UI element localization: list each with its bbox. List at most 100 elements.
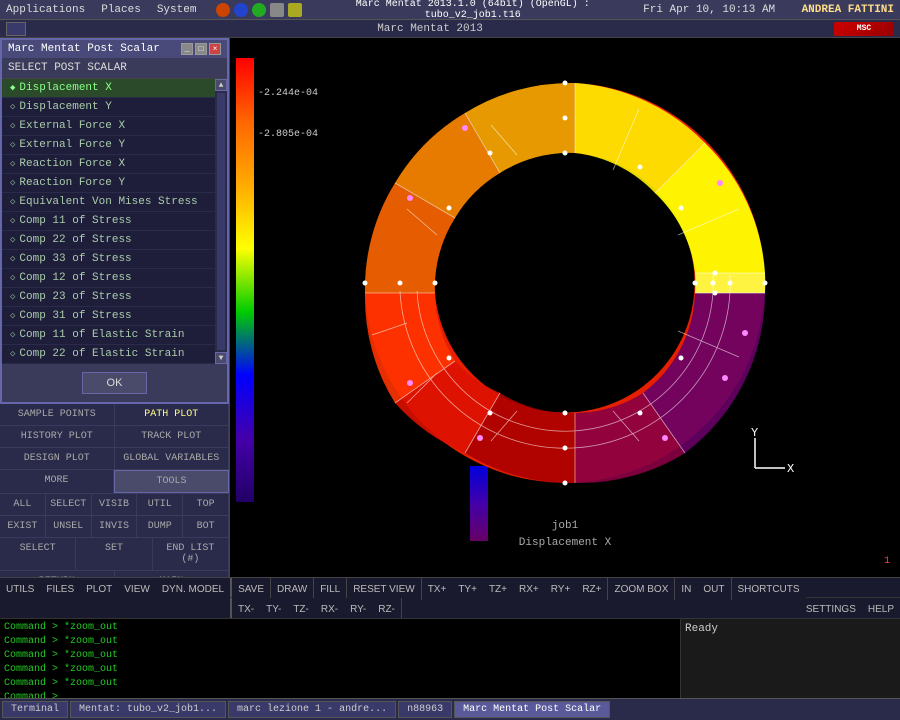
shortcuts-button[interactable]: SHORTCUTS	[732, 578, 806, 600]
model-label: job1	[552, 520, 578, 532]
dump-button[interactable]: DUMP	[137, 516, 183, 537]
controls-row-1: SAMPLE POINTS PATH PLOT	[0, 404, 229, 426]
util-button[interactable]: UTIL	[137, 494, 183, 515]
modal-close-button[interactable]: ×	[209, 43, 221, 55]
zoom-in-button[interactable]: IN	[675, 578, 697, 600]
global-variables-button[interactable]: GLOBAL VARIABLES	[115, 448, 230, 469]
reset-view-button[interactable]: RESET VIEW	[347, 578, 422, 600]
tz-minus-button[interactable]: TZ-	[287, 598, 315, 620]
donut-visualization: X Y	[230, 48, 900, 517]
ready-label: Ready	[685, 623, 896, 635]
scalar-item[interactable]: Displacement X	[2, 79, 215, 98]
tools-button[interactable]: TOOLS	[114, 470, 229, 493]
ty-plus-button[interactable]: TY+	[452, 578, 483, 600]
menu-places[interactable]: Places	[101, 4, 141, 16]
scalar-item[interactable]: Reaction Force X	[2, 155, 215, 174]
modal-maximize-button[interactable]: □	[195, 43, 207, 55]
tz-plus-button[interactable]: TZ+	[483, 578, 513, 600]
history-plot-button[interactable]: HISTORY PLOT	[0, 426, 115, 447]
rx-plus-button[interactable]: RX+	[513, 578, 545, 600]
view-button[interactable]: VIEW	[118, 578, 156, 600]
donut-mesh	[365, 82, 765, 482]
ok-button[interactable]: OK	[82, 372, 148, 394]
fill-button[interactable]: FILL	[314, 578, 347, 600]
scalar-item[interactable]: Comp 22 of Elastic Strain	[2, 345, 215, 364]
window-title: Marc Mentat 2013.1.0 (64bit) (OpenGL) : …	[318, 0, 627, 21]
design-plot-button[interactable]: DESIGN PLOT	[0, 448, 115, 469]
files-button[interactable]: FILES	[40, 578, 80, 600]
dyn-model-button[interactable]: DYN. MODEL	[156, 578, 230, 600]
ry-plus-button[interactable]: RY+	[545, 578, 577, 600]
msc-logo: MSC	[834, 22, 894, 36]
zoom-box-button[interactable]: ZOOM BOX	[608, 578, 675, 600]
track-plot-button[interactable]: TRACK PLOT	[115, 426, 230, 447]
toolbar-left-spacer	[0, 598, 232, 618]
set-button[interactable]: SET	[76, 538, 152, 570]
mesh-svg: X Y	[305, 43, 825, 523]
scalar-item[interactable]: Comp 23 of Stress	[2, 288, 215, 307]
bottom-area: Command > *zoom_outCommand > *zoom_outCo…	[0, 618, 900, 698]
scalar-item[interactable]: Reaction Force Y	[2, 174, 215, 193]
taskbar-item[interactable]: Terminal	[2, 701, 68, 718]
menu-system[interactable]: System	[157, 4, 197, 16]
invis-button[interactable]: INVIS	[92, 516, 138, 537]
end-list-button[interactable]: END LIST (#)	[153, 538, 229, 570]
scalar-item[interactable]: External Force X	[2, 117, 215, 136]
scalar-item[interactable]: External Force Y	[2, 136, 215, 155]
more-button[interactable]: MORE	[0, 470, 114, 493]
sample-points-button[interactable]: SAMPLE POINTS	[0, 404, 115, 425]
scroll-down-button[interactable]: ▼	[215, 352, 227, 364]
scalar-item[interactable]: Comp 31 of Stress	[2, 307, 215, 326]
taskbar-item[interactable]: Marc Mentat Post Scalar	[454, 701, 610, 718]
utils-button[interactable]: UTILS	[0, 578, 40, 600]
select-button-2[interactable]: SELECT	[0, 538, 76, 570]
top-button[interactable]: TOP	[183, 494, 229, 515]
controls-area: SAMPLE POINTS PATH PLOT HISTORY PLOT TRA…	[0, 404, 229, 577]
draw-button[interactable]: DRAW	[271, 578, 314, 600]
scalar-item[interactable]: Comp 11 of Stress	[2, 212, 215, 231]
scroll-thumb[interactable]	[217, 93, 225, 350]
taskbar-item[interactable]: n88963	[398, 701, 452, 718]
scalar-item[interactable]: Displacement Y	[2, 98, 215, 117]
controls-row-6: EXIST UNSEL INVIS DUMP BOT	[0, 516, 229, 538]
select-button-1[interactable]: SELECT	[46, 494, 92, 515]
command-line: Command > *zoom_out	[4, 677, 676, 691]
scalar-item[interactable]: Comp 11 of Elastic Strain	[2, 326, 215, 345]
scalar-item[interactable]: Equivalent Von Mises Stress	[2, 193, 215, 212]
rz-minus-button[interactable]: RZ-	[372, 598, 402, 620]
menu-icon[interactable]	[6, 22, 26, 36]
controls-row-3: DESIGN PLOT GLOBAL VARIABLES	[0, 448, 229, 470]
scalar-list: Displacement XDisplacement YExternal For…	[2, 79, 215, 364]
visib-button[interactable]: VISIB	[92, 494, 138, 515]
settings-button[interactable]: SETTINGS	[800, 598, 862, 620]
zoom-out-button[interactable]: OUT	[697, 578, 731, 600]
scalar-item[interactable]: Comp 12 of Stress	[2, 269, 215, 288]
tx-plus-button[interactable]: TX+	[422, 578, 453, 600]
scroll-up-button[interactable]: ▲	[215, 79, 227, 91]
path-plot-button[interactable]: PATH PLOT	[115, 404, 230, 425]
toolbar-container: UTILS FILES PLOT VIEW DYN. MODEL SAVE DR…	[0, 577, 900, 618]
taskbar-item[interactable]: marc lezione 1 - andre...	[228, 701, 396, 718]
help-button[interactable]: HELP	[862, 598, 900, 620]
scalar-scrollbar[interactable]: ▲ ▼	[215, 79, 227, 364]
scalar-item[interactable]: Comp 22 of Stress	[2, 231, 215, 250]
ty-minus-button[interactable]: TY-	[260, 598, 287, 620]
taskbar-item[interactable]: Mentat: tubo_v2_job1...	[70, 701, 226, 718]
bot-button[interactable]: BOT	[183, 516, 229, 537]
unsel-button[interactable]: UNSEL	[46, 516, 92, 537]
modal-minimize-button[interactable]: _	[181, 43, 193, 55]
rz-plus-button[interactable]: RZ+	[576, 578, 608, 600]
plot-button[interactable]: PLOT	[80, 578, 118, 600]
exist-button[interactable]: EXIST	[0, 516, 46, 537]
all-button[interactable]: ALL	[0, 494, 46, 515]
menu-applications[interactable]: Applications	[6, 4, 85, 16]
tx-minus-button[interactable]: TX-	[232, 598, 260, 620]
scalar-item[interactable]: Comp 33 of Stress	[2, 250, 215, 269]
controls-row-7: SELECT SET END LIST (#)	[0, 538, 229, 571]
system-icons	[216, 3, 302, 17]
viewport: -2.244e-04 -2.805e-04	[230, 38, 900, 577]
rx-minus-button[interactable]: RX-	[315, 598, 344, 620]
save-button[interactable]: SAVE	[232, 578, 271, 600]
controls-row-4: MORE TOOLS	[0, 470, 229, 494]
ry-minus-button[interactable]: RY-	[344, 598, 372, 620]
